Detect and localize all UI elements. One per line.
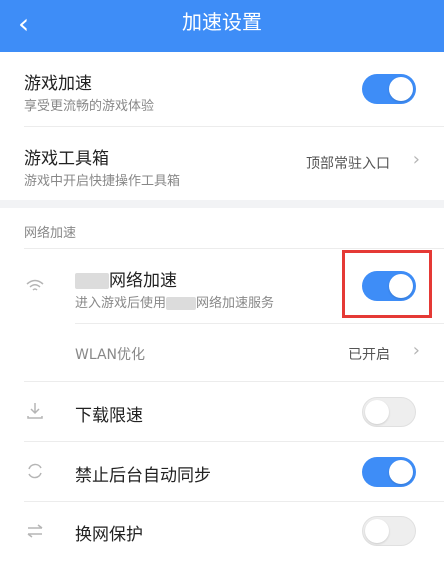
wifi-icon (26, 279, 44, 291)
game-accel-title: 游戏加速 (24, 74, 92, 94)
network-accel-subtitle-prefix: 进入游戏后使用 (75, 296, 167, 311)
swap-icon (27, 524, 43, 538)
game-toolbox-title: 游戏工具箱 (24, 149, 109, 169)
no-bg-sync-row[interactable]: 禁止后台自动同步 (0, 442, 444, 501)
game-accel-subtitle: 享受更流畅的游戏体验 (24, 99, 155, 114)
no-bg-sync-toggle[interactable] (362, 457, 416, 487)
game-settings-card: 游戏加速 享受更流畅的游戏体验 游戏工具箱 游戏中开启快捷操作工具箱 顶部常驻入… (0, 52, 444, 200)
download-limit-title: 下载限速 (75, 406, 143, 426)
no-bg-sync-title: 禁止后台自动同步 (75, 466, 211, 486)
toggle-knob (365, 519, 389, 543)
network-accel-subtitle-suffix: 网络加速服务 (196, 296, 275, 311)
game-accel-row[interactable]: 游戏加速 享受更流畅的游戏体验 (0, 52, 444, 126)
net-switch-row[interactable]: 换网保护 (0, 502, 444, 560)
toggle-knob (389, 77, 413, 101)
network-accel-title: 网络加速 (109, 271, 177, 291)
toggle-knob (389, 460, 413, 484)
highlight-box (342, 250, 432, 318)
net-switch-title: 换网保护 (75, 525, 143, 545)
download-icon (27, 403, 43, 419)
redacted-brand (166, 297, 197, 310)
game-toolbox-row[interactable]: 游戏工具箱 游戏中开启快捷操作工具箱 顶部常驻入口 › (0, 127, 444, 200)
redacted-brand (75, 273, 109, 289)
download-limit-row[interactable]: 下载限速 (0, 382, 444, 441)
chevron-right-icon: › (412, 149, 420, 170)
net-switch-toggle[interactable] (362, 516, 416, 546)
wlan-title: WLAN优化 (75, 347, 146, 363)
network-accel-title-wrap: 网络加速 (75, 266, 177, 291)
game-toolbox-subtitle: 游戏中开启快捷操作工具箱 (24, 174, 181, 189)
app-header: ‹ 加速设置 (0, 0, 444, 52)
section-label-network: 网络加速 (24, 226, 77, 241)
game-toolbox-value: 顶部常驻入口 (306, 156, 390, 172)
toggle-knob (365, 400, 389, 424)
game-accel-toggle[interactable] (362, 74, 416, 104)
wlan-row[interactable]: WLAN优化 已开启 › (0, 324, 444, 381)
wlan-value: 已开启 (348, 347, 390, 363)
network-accel-subtitle-wrap: 进入游戏后使用 网络加速服务 (75, 292, 274, 311)
chevron-right-icon: › (412, 340, 420, 361)
sync-icon (28, 463, 42, 479)
page-title: 加速设置 (182, 10, 262, 34)
download-limit-toggle[interactable] (362, 397, 416, 427)
